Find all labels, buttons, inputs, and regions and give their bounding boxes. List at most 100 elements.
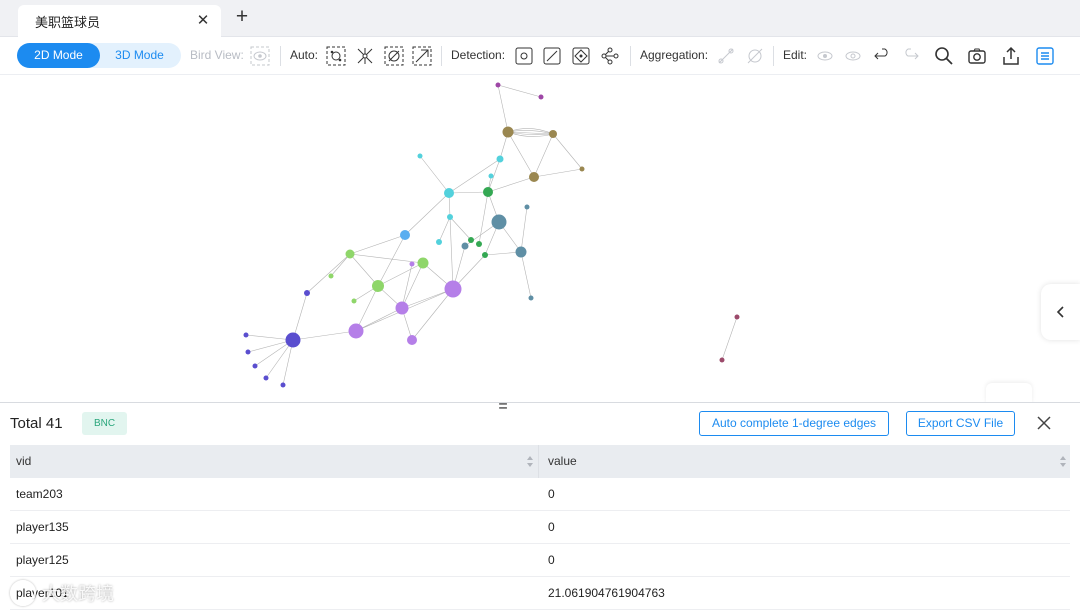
watermark: 大数跨境 <box>10 578 114 608</box>
chevron-left-icon <box>1056 306 1064 318</box>
sort-icon[interactable] <box>526 455 534 468</box>
detection-label: Detection: <box>451 48 506 62</box>
graph-node[interactable] <box>328 273 334 279</box>
detection-share-icon[interactable] <box>599 45 621 67</box>
graph-node[interactable] <box>395 301 409 315</box>
table-row[interactable]: player101 21.061904761904763 <box>10 577 1070 610</box>
algorithm-badge: BNC <box>82 412 127 435</box>
graph-node[interactable] <box>351 298 357 304</box>
toolbar-divider <box>441 46 442 66</box>
column-header-vid[interactable]: vid <box>16 445 31 478</box>
undo-icon[interactable] <box>871 45 893 67</box>
watermark-logo-icon <box>10 580 36 606</box>
result-table: vid value team203 0 player135 0 player12… <box>10 445 1070 610</box>
add-tab-icon[interactable]: + <box>232 6 252 28</box>
sort-icon[interactable] <box>1059 455 1067 468</box>
cell-value: 0 <box>548 520 555 534</box>
graph-node[interactable] <box>461 242 469 250</box>
graph-node[interactable] <box>476 241 482 247</box>
side-panel-toggle[interactable] <box>1041 284 1080 340</box>
auto-layout-force-icon[interactable] <box>354 45 376 67</box>
export-icon[interactable] <box>1000 45 1022 67</box>
hide-node-icon[interactable] <box>814 45 836 67</box>
column-header-value[interactable]: value <box>548 445 577 478</box>
graph-node[interactable] <box>524 204 530 210</box>
graph-node[interactable] <box>444 188 454 198</box>
graph-node[interactable] <box>400 230 410 240</box>
mode-2d-button[interactable]: 2D Mode <box>17 43 100 68</box>
detection-community-icon[interactable] <box>570 45 592 67</box>
search-icon[interactable] <box>933 45 955 67</box>
redo-icon[interactable] <box>900 45 922 67</box>
tab-graph[interactable]: 美职篮球员 ✕ <box>18 5 221 37</box>
list-panel-icon[interactable] <box>1034 45 1056 67</box>
graph-node[interactable] <box>538 94 544 100</box>
table-row[interactable]: team203 0 <box>10 478 1070 511</box>
toolbar-divider <box>773 46 774 66</box>
graph-node[interactable] <box>348 323 364 339</box>
graph-node[interactable] <box>734 314 740 320</box>
graph-node[interactable] <box>491 214 507 230</box>
graph-node[interactable] <box>496 155 504 163</box>
graph-node[interactable] <box>407 335 417 345</box>
graph-node[interactable] <box>579 166 585 172</box>
toolbar-divider <box>630 46 631 66</box>
bird-view-label: Bird View: <box>190 48 244 62</box>
graph-node[interactable] <box>417 257 429 269</box>
detection-path-icon[interactable] <box>541 45 563 67</box>
graph-nodes[interactable] <box>243 82 740 388</box>
graph-node[interactable] <box>515 246 527 258</box>
graph-node[interactable] <box>447 214 453 220</box>
resize-handle-icon[interactable]: = <box>496 399 510 415</box>
graph-node[interactable] <box>263 375 269 381</box>
graph-node[interactable] <box>252 363 258 369</box>
table-row[interactable]: player135 0 <box>10 511 1070 544</box>
total-count: Total 41 <box>10 415 63 432</box>
auto-complete-edges-button[interactable]: Auto complete 1-degree edges <box>699 411 889 436</box>
graph-node[interactable] <box>304 290 310 296</box>
graph-node[interactable] <box>417 153 423 159</box>
graph-node[interactable] <box>372 280 384 292</box>
cell-value: 0 <box>548 553 555 567</box>
toolbar-divider <box>280 46 281 66</box>
tab-bar: 美职篮球员 ✕ + <box>0 0 1080 37</box>
graph-node[interactable] <box>285 332 301 348</box>
graph-node[interactable] <box>529 172 539 182</box>
graph-node[interactable] <box>502 126 514 138</box>
graph-node[interactable] <box>243 332 249 338</box>
graph-node[interactable] <box>495 82 501 88</box>
auto-layout-grid-icon[interactable] <box>383 45 405 67</box>
graph-canvas[interactable] <box>0 76 1080 403</box>
graph-node[interactable] <box>245 349 251 355</box>
aggregation-split-icon[interactable] <box>744 45 766 67</box>
detection-node-icon[interactable] <box>513 45 535 67</box>
auto-layout-radial-icon[interactable] <box>411 45 433 67</box>
aggregation-merge-icon[interactable] <box>715 45 737 67</box>
graph-node[interactable] <box>483 187 493 197</box>
show-node-icon[interactable] <box>842 45 864 67</box>
graph-node[interactable] <box>528 295 534 301</box>
graph-node[interactable] <box>482 252 488 258</box>
graph-node[interactable] <box>345 249 355 259</box>
bird-view-eye-icon[interactable] <box>249 45 271 67</box>
auto-layout-circle-icon[interactable] <box>325 45 347 67</box>
graph-node[interactable] <box>436 239 442 245</box>
graph-node[interactable] <box>488 173 494 179</box>
graph-node[interactable] <box>409 261 415 267</box>
graph-node[interactable] <box>468 237 474 243</box>
graph-node[interactable] <box>444 280 462 298</box>
aggregation-label: Aggregation: <box>640 48 709 62</box>
mode-switch: 2D Mode 3D Mode <box>17 43 181 68</box>
graph-node[interactable] <box>549 130 557 138</box>
close-icon[interactable]: ✕ <box>195 13 211 29</box>
mode-3d-button[interactable]: 3D Mode <box>98 43 181 68</box>
column-divider <box>538 445 539 478</box>
camera-icon[interactable] <box>966 45 988 67</box>
graph-node[interactable] <box>719 357 725 363</box>
network-graph[interactable] <box>0 76 1080 402</box>
minimap-tab[interactable] <box>986 383 1032 403</box>
graph-node[interactable] <box>280 382 286 388</box>
table-row[interactable]: player125 0 <box>10 544 1070 577</box>
export-csv-button[interactable]: Export CSV File <box>906 411 1015 436</box>
close-panel-icon[interactable] <box>1034 413 1054 433</box>
